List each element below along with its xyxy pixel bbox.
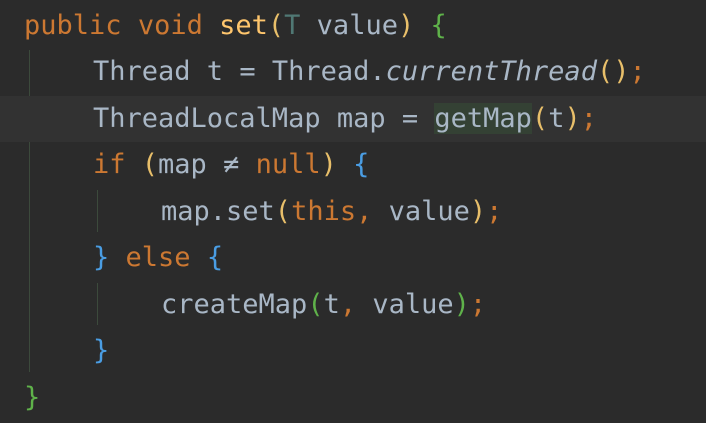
- code-editor[interactable]: public void set(T value) { Thread t = Th…: [0, 0, 706, 423]
- close-brace: }: [93, 335, 110, 366]
- close-paren: ): [453, 289, 470, 320]
- argument-value: value: [356, 289, 454, 320]
- semicolon: ;: [580, 103, 597, 134]
- method-name-set: set: [219, 10, 268, 41]
- argument-value: value: [372, 196, 470, 227]
- code-line-6[interactable]: } else {: [0, 235, 706, 281]
- call-create-map: createMap: [161, 289, 308, 320]
- open-paren: (: [307, 289, 324, 320]
- parens: (): [596, 56, 630, 87]
- call-map-set: map.set: [161, 196, 275, 227]
- open-brace: {: [430, 10, 447, 41]
- open-brace: {: [353, 149, 370, 180]
- code-line-7[interactable]: createMap(t, value);: [0, 282, 706, 328]
- keyword-public: public: [24, 10, 122, 41]
- semicolon: ;: [469, 289, 487, 320]
- comma: ,: [339, 289, 357, 320]
- code-line-5[interactable]: map.set(this, value);: [0, 189, 706, 235]
- close-paren: ): [564, 103, 581, 134]
- declaration-map: ThreadLocalMap map =: [93, 103, 435, 134]
- open-paren: (: [274, 196, 292, 227]
- code-line-9[interactable]: }: [0, 375, 706, 421]
- code-line-1[interactable]: public void set(T value) {: [0, 3, 706, 49]
- close-paren: ): [320, 149, 337, 180]
- close-paren: ): [397, 10, 415, 41]
- method-get-map-highlighted[interactable]: getMap: [434, 103, 532, 134]
- argument-t: t: [548, 103, 565, 134]
- variable-assignment: t = Thread.: [190, 56, 386, 87]
- method-current-thread: currentThread: [385, 56, 597, 87]
- type-parameter: T: [284, 10, 301, 41]
- type-thread: Thread: [93, 56, 191, 87]
- code-line-8[interactable]: }: [0, 328, 706, 374]
- parameter-value: value: [300, 10, 398, 41]
- open-paren: (: [531, 103, 549, 134]
- open-paren: (: [141, 149, 159, 180]
- open-brace: {: [206, 242, 224, 273]
- close-brace: }: [24, 382, 41, 413]
- keyword-void: void: [137, 10, 203, 41]
- keyword-if: if: [93, 149, 126, 180]
- code-line-4[interactable]: if (map ≠ null) {: [0, 142, 706, 188]
- close-paren: ): [469, 196, 487, 227]
- keyword-null: null: [255, 149, 321, 180]
- semicolon: ;: [629, 56, 646, 87]
- keyword-this: this: [291, 196, 357, 227]
- argument-t: t: [323, 289, 340, 320]
- code-line-3-current[interactable]: ThreadLocalMap map = getMap(t);: [0, 96, 706, 142]
- comma: ,: [356, 196, 373, 227]
- close-brace: }: [93, 242, 110, 273]
- code-line-2[interactable]: Thread t = Thread.currentThread();: [0, 49, 706, 95]
- semicolon: ;: [486, 196, 503, 227]
- open-paren: (: [267, 10, 285, 41]
- keyword-else: else: [125, 242, 191, 273]
- condition-map-not-equal: map ≠: [158, 149, 256, 180]
